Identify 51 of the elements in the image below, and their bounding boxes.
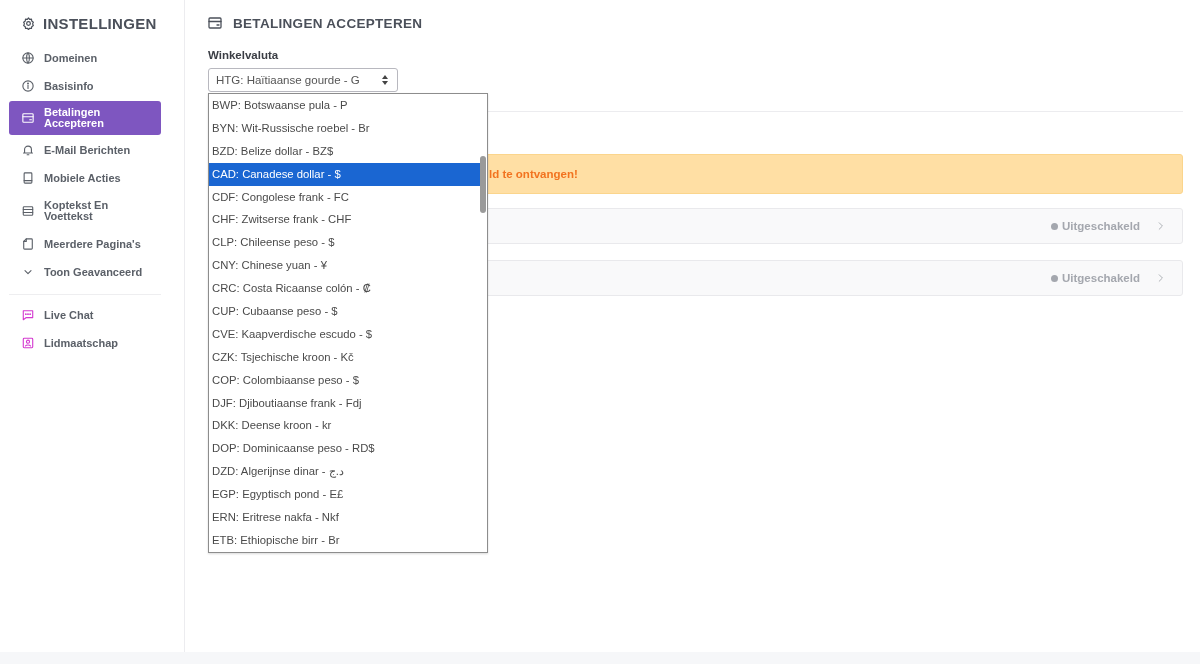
dropdown-option[interactable]: ETB: Ethiopische birr - Br <box>209 528 480 552</box>
status-dot-icon <box>1051 222 1058 230</box>
sidebar-item[interactable]: Basisinfo <box>9 72 161 100</box>
currency-select[interactable]: HTG: Haïtiaanse gourde - G <box>208 68 398 92</box>
info-icon <box>22 80 34 92</box>
sidebar-item[interactable]: E-Mail Berichten <box>9 136 161 164</box>
globe-icon <box>22 52 34 64</box>
chat-icon <box>22 309 34 321</box>
status-label: Uitgeschakeld <box>1062 272 1140 284</box>
sidebar-item[interactable]: Betalingen Accepteren <box>9 101 161 135</box>
status-label: Uitgeschakeld <box>1062 220 1140 232</box>
sidebar-item[interactable]: Toon Geavanceerd <box>9 258 161 286</box>
dropdown-option[interactable]: CHF: Zwitserse frank - CHF <box>209 208 480 232</box>
document-icon <box>22 238 34 250</box>
dropdown-option[interactable]: BZD: Belize dollar - BZ$ <box>209 139 480 163</box>
dropdown-option[interactable]: CZK: Tsjechische kroon - Kč <box>209 345 480 369</box>
dropdown-option[interactable]: DOP: Dominicaanse peso - RD$ <box>209 437 480 461</box>
warning-text: ld te ontvangen! <box>489 168 578 180</box>
field-label: Winkelvaluta <box>208 49 279 61</box>
dropdown-option[interactable]: DJF: Djiboutiaanse frank - Fdj <box>209 391 480 415</box>
dropdown-option[interactable]: ERN: Eritrese nakfa - Nkf <box>209 506 480 529</box>
sidebar-item[interactable]: Domeinen <box>9 44 161 72</box>
sidebar-item[interactable]: Meerdere Pagina's <box>9 230 161 258</box>
dropdown-option[interactable]: CAD: Canadese dollar - $ <box>209 162 480 186</box>
dropdown-option[interactable]: BWP: Botswaanse pula - P <box>209 94 480 117</box>
card-icon <box>22 112 34 124</box>
sidebar-title: INSTELLINGEN <box>43 14 157 32</box>
chevron-right-icon <box>1156 272 1166 284</box>
dropdown-option[interactable]: EGP: Egyptisch pond - E£ <box>209 483 480 507</box>
dropdown-option[interactable]: BYN: Wit-Russische roebel - Br <box>209 116 480 140</box>
layout-icon <box>22 205 34 217</box>
sidebar-item[interactable]: Lidmaatschap <box>9 329 161 357</box>
dropdown-option[interactable]: DZD: Algerijnse dinar - د.ج <box>209 460 480 484</box>
dropdown-option[interactable]: CDF: Congolese frank - FC <box>209 185 480 209</box>
chevron-right-icon <box>1156 220 1166 232</box>
updown-arrows-icon <box>381 74 389 86</box>
status-dot-icon <box>1051 274 1058 282</box>
scrollbar-thumb[interactable] <box>480 156 486 213</box>
dropdown-option[interactable]: DKK: Deense kroon - kr <box>209 414 480 438</box>
dropdown-option[interactable]: CVE: Kaapverdische escudo - $ <box>209 322 480 346</box>
sidebar-item[interactable]: Mobiele Acties <box>9 164 161 192</box>
tablet-icon <box>22 172 34 184</box>
dropdown-option[interactable]: COP: Colombiaanse peso - $ <box>209 368 480 392</box>
dropdown-option[interactable]: CUP: Cubaanse peso - $ <box>209 300 480 323</box>
user-badge-icon <box>22 337 34 349</box>
settings-icon <box>22 16 35 30</box>
sidebar-item[interactable]: Live Chat <box>9 301 161 329</box>
sidebar-item[interactable]: Koptekst En Voettekst <box>9 192 161 230</box>
card-icon <box>208 16 222 30</box>
bell-icon <box>22 144 34 156</box>
page-title: BETALINGEN ACCEPTEREN <box>233 15 423 31</box>
